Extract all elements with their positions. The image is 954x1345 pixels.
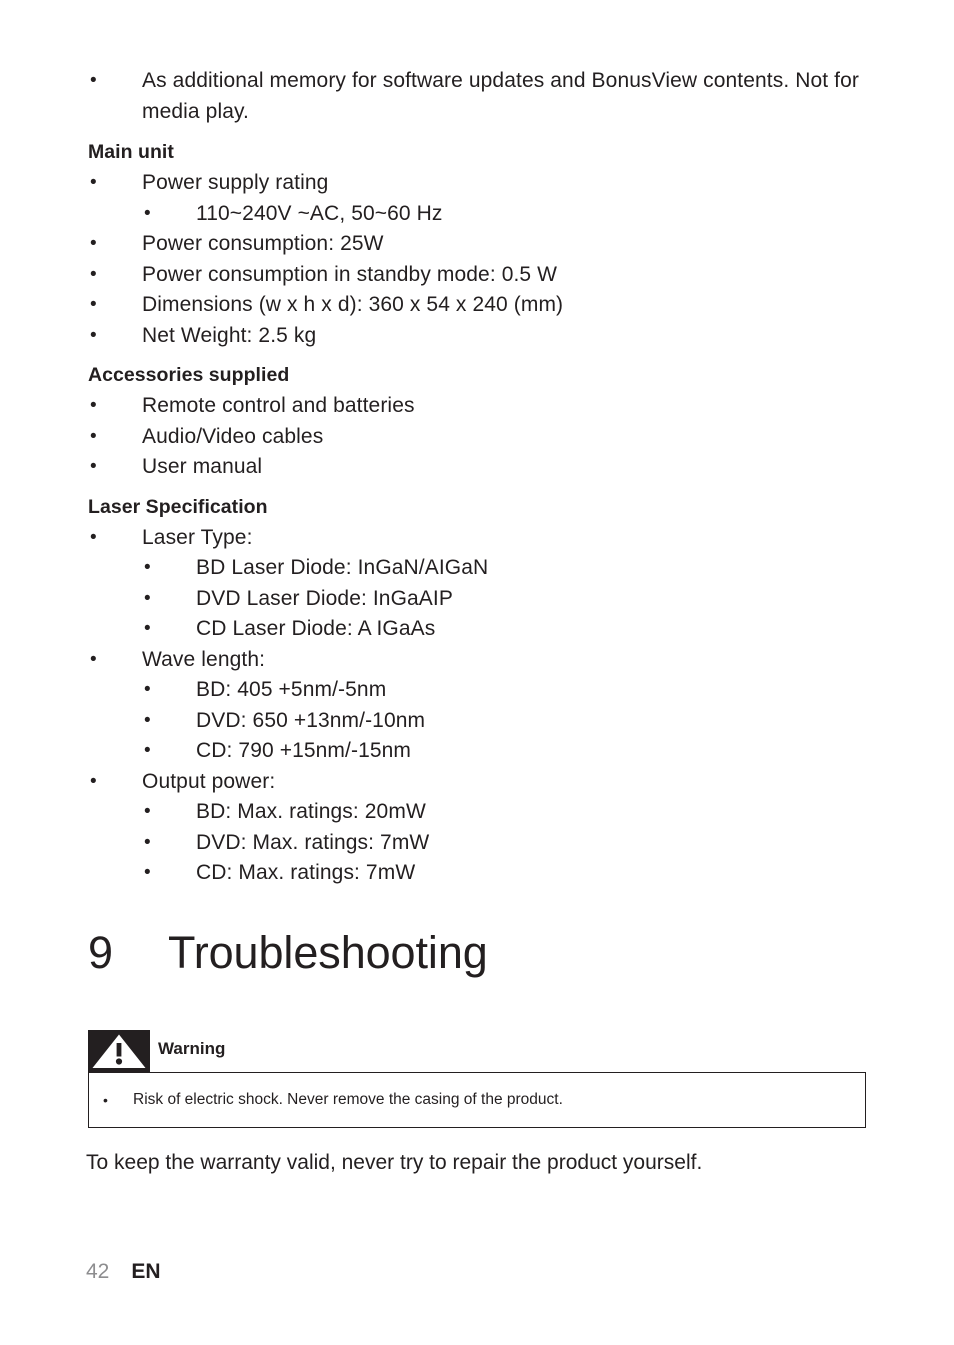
list-item: • CD Laser Diode: A IGaAs [88, 614, 888, 645]
chapter-heading: 9 Troubleshooting [88, 925, 888, 981]
chapter-number: 9 [88, 927, 113, 978]
bullet-glyph: • [90, 263, 97, 285]
list-item-label: DVD Laser Diode: InGaAIP [196, 586, 453, 610]
list-item: • BD: Max. ratings: 20mW [88, 797, 888, 828]
list-item: • DVD: 650 +13nm/-10nm [88, 706, 888, 737]
section-heading-laser-specification: Laser Specification [88, 495, 268, 518]
bullet-glyph: • [144, 679, 151, 700]
bullet-glyph: • [90, 233, 97, 254]
list-item-label: As additional memory for software update… [142, 69, 859, 123]
warning-note: Warning • Risk of electric shock. Never … [88, 1030, 866, 1128]
list-item-label: CD: 790 +15nm/-15nm [196, 739, 412, 762]
list-item-label: Power consumption: 25W [142, 232, 384, 255]
bullet-glyph: • [144, 801, 151, 822]
list-item: • Power consumption in standby mode: 0.5… [88, 260, 888, 291]
list-item-label: 110~240V ~AC, 50~60 Hz [196, 201, 443, 225]
list-item: • CD: Max. ratings: 7mW [88, 858, 888, 889]
bullet-glyph: • [90, 526, 97, 548]
list-item: • DVD Laser Diode: InGaAIP [88, 584, 888, 615]
list-item: • DVD: Max. ratings: 7mW [88, 828, 888, 859]
list-item: • Audio/Video cables [88, 422, 888, 453]
page-language-code: EN [131, 1260, 161, 1283]
list-item-label: BD: Max. ratings: 20mW [196, 800, 426, 823]
specifications-content: • As additional memory for software upda… [88, 66, 888, 889]
bullet-glyph: • [144, 202, 151, 224]
bullet-glyph: • [90, 324, 97, 346]
list-item-label: Power consumption in standby mode: 0.5 W [142, 262, 558, 286]
bullet-glyph: • [144, 740, 151, 761]
list-item: • Net Weight: 2.5 kg [88, 321, 888, 352]
list-item-label: BD Laser Diode: InGaN/AIGaN [196, 556, 489, 579]
warning-triangle-icon [88, 1030, 150, 1072]
list-item-label: CD: Max. ratings: 7mW [196, 861, 416, 884]
warning-list-item: • Risk of electric shock. Never remove t… [101, 1089, 563, 1111]
warning-list-item-label: Risk of electric shock. Never remove the… [133, 1091, 563, 1108]
list-item-label: Output power: [142, 769, 276, 793]
list-item-label: DVD: Max. ratings: 7mW [196, 830, 430, 854]
bullet-glyph: • [144, 557, 151, 578]
bullet-glyph: • [90, 294, 97, 315]
bullet-glyph: • [103, 1092, 108, 1108]
bullet-glyph: • [144, 709, 151, 731]
list-item-label: Wave length: [142, 647, 266, 671]
body-paragraph: To keep the warranty valid, never try to… [86, 1151, 703, 1174]
bullet-glyph: • [90, 648, 97, 670]
list-item-label: Dimensions (w x h x d): 360 x 54 x 240 (… [142, 293, 564, 316]
list-item-label: User manual [142, 455, 263, 478]
document-page: • As additional memory for software upda… [0, 0, 954, 1345]
list-item: • Power supply rating [88, 168, 888, 199]
list-item-label: Net Weight: 2.5 kg [142, 323, 317, 347]
list-item: • Remote control and batteries [88, 391, 888, 422]
list-item: • BD Laser Diode: InGaN/AIGaN [88, 553, 888, 584]
list-item: • User manual [88, 452, 888, 483]
list-item-label: BD: 405 +5nm/-5nm [196, 678, 387, 701]
bullet-glyph: • [144, 862, 151, 883]
list-item: • Output power: [88, 767, 888, 798]
list-item-label: Laser Type: [142, 525, 253, 549]
list-item-label: CD Laser Diode: A IGaAs [196, 617, 436, 640]
list-item-label: Audio/Video cables [142, 424, 324, 448]
list-item: • As additional memory for software upda… [88, 66, 888, 127]
warning-note-body: • Risk of electric shock. Never remove t… [88, 1072, 866, 1128]
bullet-glyph: • [90, 395, 97, 416]
warning-note-header: Warning [88, 1030, 866, 1072]
list-item: • CD: 790 +15nm/-15nm [88, 736, 888, 767]
list-item-label: DVD: 650 +13nm/-10nm [196, 708, 426, 732]
chapter-title: Troubleshooting [168, 927, 488, 978]
bullet-glyph: • [90, 172, 97, 193]
bullet-glyph: • [144, 618, 151, 639]
warning-note-title: Warning [158, 1039, 226, 1058]
section-heading-main-unit: Main unit [88, 141, 174, 163]
page-number: 42 [86, 1260, 110, 1283]
list-item-label: Power supply rating [142, 171, 329, 194]
list-item: • BD: 405 +5nm/-5nm [88, 675, 888, 706]
list-item: • Wave length: [88, 645, 888, 676]
list-item: • Power consumption: 25W [88, 229, 888, 260]
section-heading-accessories-supplied: Accessories supplied [88, 364, 290, 386]
list-item: • 110~240V ~AC, 50~60 Hz [88, 199, 888, 230]
bullet-glyph: • [90, 456, 97, 477]
page-footer: 42 EN [86, 1258, 161, 1286]
bullet-glyph: • [90, 770, 97, 792]
bullet-glyph: • [144, 587, 151, 609]
list-item-label: Remote control and batteries [142, 394, 415, 417]
list-item: • Dimensions (w x h x d): 360 x 54 x 240… [88, 290, 888, 321]
bullet-glyph: • [90, 70, 97, 91]
list-item: • Laser Type: [88, 523, 888, 554]
bullet-glyph: • [90, 425, 97, 447]
bullet-glyph: • [144, 831, 151, 853]
